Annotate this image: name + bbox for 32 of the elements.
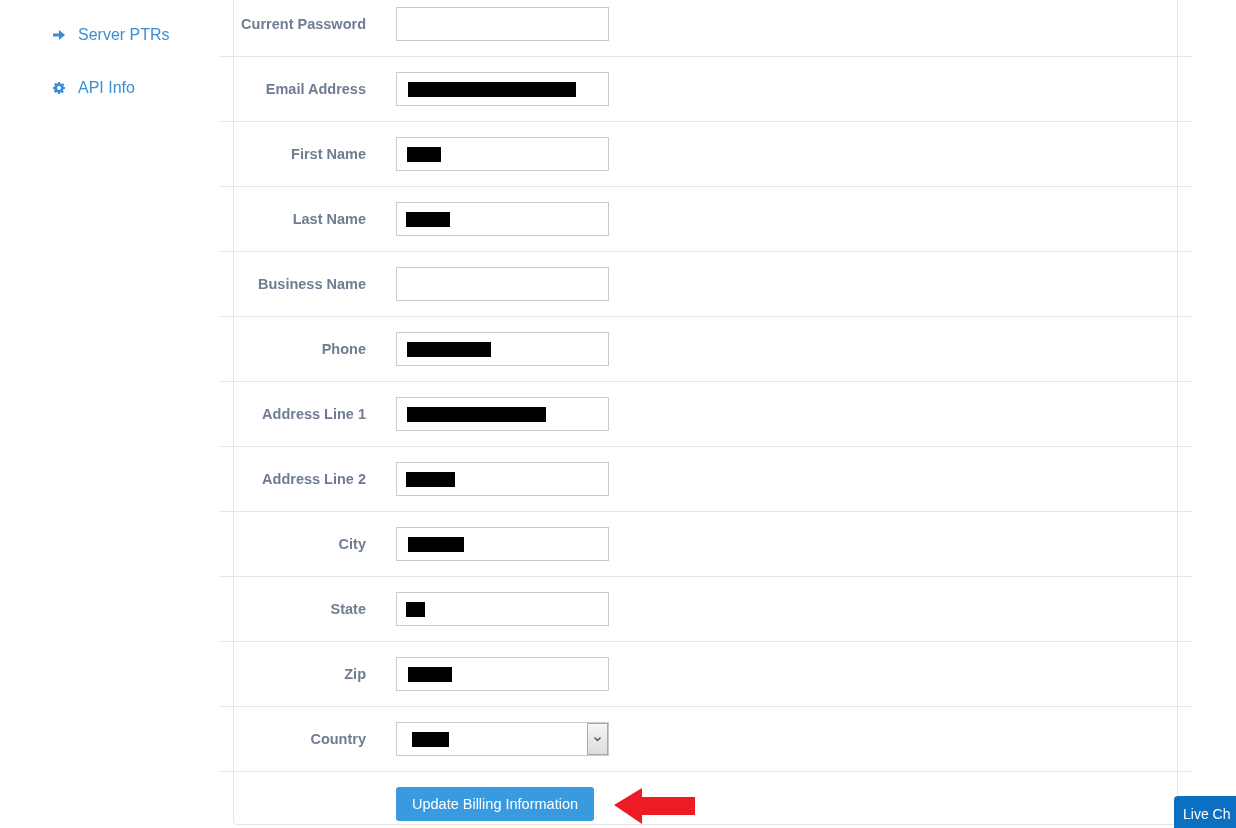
field-label: State [329, 601, 366, 617]
sidebar-link[interactable]: Server PTRs [53, 22, 170, 48]
arrow-right-icon [53, 29, 65, 41]
field-label: Phone [320, 341, 366, 357]
field-label: Zip [343, 666, 366, 682]
update-billing-button[interactable]: Update Billing Information [396, 787, 594, 821]
input-field[interactable] [396, 72, 609, 106]
field-label: Address Line 2 [261, 471, 366, 487]
input-field[interactable] [396, 7, 609, 41]
field-label: Email Address [264, 81, 366, 97]
field-label: Current Password [240, 16, 366, 32]
input-field[interactable] [396, 527, 609, 561]
input-field[interactable] [396, 202, 609, 236]
field-label: Last Name [291, 211, 366, 227]
live-chat-button[interactable]: Live Ch [1174, 796, 1236, 828]
gear-icon [53, 82, 65, 94]
input-field[interactable] [396, 592, 609, 626]
select-field[interactable] [396, 722, 609, 756]
input-field[interactable] [396, 397, 609, 431]
sidebar-link[interactable]: API Info [53, 75, 135, 101]
input-field[interactable] [396, 657, 609, 691]
field-label: Address Line 1 [261, 406, 366, 422]
field-label: Business Name [257, 276, 366, 292]
input-field[interactable] [396, 462, 609, 496]
chevron-down-icon [587, 723, 608, 755]
field-label: Country [309, 731, 366, 747]
input-field[interactable] [396, 332, 609, 366]
field-label: City [337, 536, 366, 552]
left-arrow-icon [614, 788, 695, 824]
input-field[interactable] [396, 137, 609, 171]
field-label: First Name [290, 146, 366, 162]
input-field[interactable] [396, 267, 609, 301]
